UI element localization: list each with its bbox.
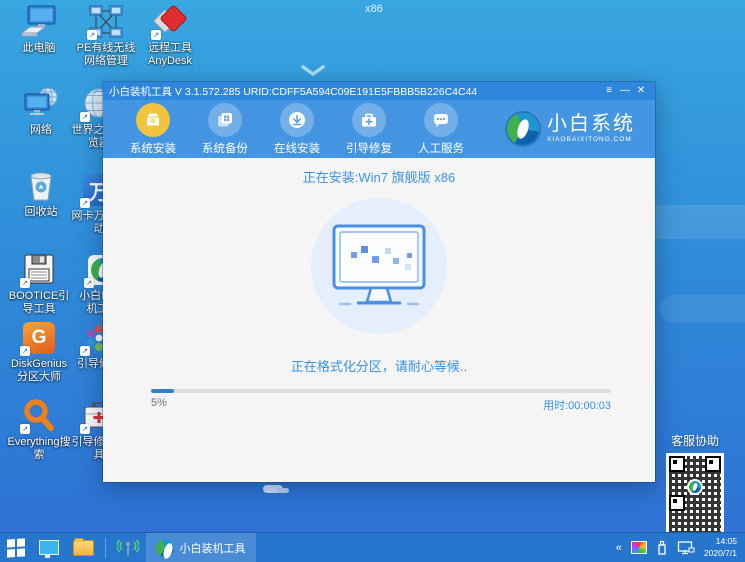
- progress-bar: [151, 389, 611, 393]
- backup-copies-icon: [208, 102, 242, 137]
- anydesk-icon: ↗: [151, 4, 189, 40]
- window-titlebar[interactable]: 小白装机工具 V 3.1.572.285 URID:CDFF5A594C09E1…: [103, 82, 655, 100]
- desktop-icon-network[interactable]: 网络: [12, 86, 70, 137]
- window-navbar: 系统安装 系统备份 在线安装 引导修复 人工服务 小白系统 XIAOBAIXIT…: [103, 100, 655, 158]
- cloud: [660, 295, 745, 323]
- install-heading: 正在安装:Win7 旗舰版 x86: [302, 170, 456, 185]
- recycle-bin-icon: [22, 168, 60, 204]
- shortcut-arrow-icon: ↗: [84, 278, 94, 288]
- cloud: [263, 485, 289, 493]
- nav-label: 在线安装: [274, 142, 320, 155]
- shortcut-arrow-icon: ↗: [151, 30, 161, 40]
- desktop-icon-label: Everything搜索: [7, 436, 71, 461]
- wallpaper-text: x86: [365, 3, 383, 15]
- progress-percent: 5%: [151, 397, 167, 409]
- nav-label: 引导修复: [346, 142, 392, 155]
- nav-item-system-install[interactable]: 系统安装: [117, 102, 189, 156]
- bootice-icon: ↗: [20, 252, 58, 288]
- brand-title: 小白系统: [547, 113, 635, 136]
- support-label: 客服协助: [670, 434, 719, 448]
- folder-icon: [72, 537, 94, 556]
- nav-item-human-service[interactable]: 人工服务: [405, 102, 477, 156]
- tray-network-icon[interactable]: [677, 540, 695, 555]
- desktop-monitor-icon: [38, 540, 59, 558]
- xiaobai-app-icon: [155, 538, 174, 557]
- shortcut-arrow-icon: ↗: [80, 346, 90, 356]
- nav-label: 系统备份: [202, 142, 248, 155]
- clock-time: 14:05: [715, 536, 737, 547]
- taskbar: 小白装机工具 « 14:05 2020/7/1: [0, 532, 745, 562]
- desktop-icon-diskgenius[interactable]: G ↗ DiskGenius分区大师: [6, 320, 72, 384]
- show-desktop-button[interactable]: [32, 533, 66, 562]
- desktop-icon-this-pc[interactable]: 此电脑: [10, 4, 68, 55]
- windows-logo-icon: [7, 538, 25, 557]
- shortcut-arrow-icon: ↗: [80, 198, 90, 208]
- window-title: 小白装机工具 V 3.1.572.285 URID:CDFF5A594C09E1…: [109, 85, 478, 98]
- taskbar-app-label: 小白装机工具: [179, 542, 246, 555]
- desktop-icon-everything-search[interactable]: ↗ Everything搜索: [4, 398, 74, 462]
- this-pc-icon: [20, 4, 58, 40]
- support-panel: 客服协助: [660, 432, 730, 535]
- shortcut-arrow-icon: ↗: [20, 278, 30, 288]
- pe-network-manager-icon: ↗: [87, 4, 125, 40]
- desktop-icon-label: 网络: [30, 124, 52, 136]
- taskbar-separator: [104, 537, 106, 558]
- toolbox-icon: [352, 102, 386, 137]
- network-icon: [22, 86, 60, 122]
- nav-item-boot-repair[interactable]: 引导修复: [333, 102, 405, 156]
- shortcut-arrow-icon: ↗: [20, 346, 30, 356]
- status-text: 正在格式化分区，请耐心等候..: [290, 359, 468, 374]
- xiaobai-logo-icon: [507, 113, 539, 145]
- elapsed-time: 用时:00:00:03: [543, 400, 611, 412]
- shortcut-arrow-icon: ↗: [20, 424, 30, 434]
- desktop-icon-label: 远程工具AnyDesk: [147, 42, 193, 67]
- network-signal-button[interactable]: [110, 533, 146, 562]
- download-icon: [280, 102, 314, 137]
- everything-search-icon: ↗: [20, 398, 58, 434]
- system-tray: « 14:05 2020/7/1: [616, 536, 745, 559]
- file-explorer-button[interactable]: [66, 533, 101, 562]
- brand-subtitle: XIAOBAIXITONG.COM: [547, 136, 632, 144]
- shortcut-arrow-icon: ↗: [87, 30, 97, 40]
- progress-fill: [151, 389, 174, 393]
- cloud: [640, 205, 745, 239]
- start-button[interactable]: [0, 533, 32, 562]
- diskgenius-icon: G ↗: [20, 320, 58, 356]
- brand-area: 小白系统 XIAOBAIXITONG.COM: [507, 113, 641, 145]
- desktop-icon-label: BOOTICE引导工具: [8, 290, 70, 315]
- support-qr-code: [666, 453, 724, 535]
- chat-bubble-icon: [424, 102, 458, 137]
- chevron-down-icon: [300, 63, 326, 79]
- taskbar-clock[interactable]: 14:05 2020/7/1: [704, 536, 737, 559]
- desktop: x86 此电脑 ↗ PE有线无线网络管理 ↗ 远程工具AnyDesk 网络 ↗ …: [0, 0, 745, 562]
- taskbar-app-xiaobai[interactable]: 小白装机工具: [145, 533, 256, 562]
- shortcut-arrow-icon: ↗: [80, 112, 90, 122]
- desktop-icon-label: 回收站: [24, 206, 58, 218]
- clock-date: 2020/7/1: [703, 547, 737, 558]
- nav-item-online-install[interactable]: 在线安装: [261, 102, 333, 156]
- close-icon[interactable]: ✕: [633, 82, 649, 100]
- desktop-icon-bootice[interactable]: ↗ BOOTICE引导工具: [6, 252, 72, 316]
- window-content: 正在安装:Win7 旗舰版 x86 正在格式化分区，请耐心等候.. 5% 用时:…: [103, 158, 655, 482]
- antenna-icon: [116, 538, 139, 556]
- install-box-icon: [136, 102, 170, 137]
- nav-label: 人工服务: [418, 142, 464, 155]
- desktop-icon-recycle-bin[interactable]: 回收站: [12, 168, 70, 219]
- desktop-icon-pe-network-manager[interactable]: ↗ PE有线无线网络管理: [74, 4, 138, 68]
- monitor-illustration: [311, 198, 447, 334]
- tray-expand-icon[interactable]: «: [616, 542, 622, 554]
- shortcut-arrow-icon: ↗: [80, 424, 90, 434]
- xiaobai-installer-window: 小白装机工具 V 3.1.572.285 URID:CDFF5A594C09E1…: [103, 82, 655, 482]
- nav-label: 系统安装: [130, 142, 176, 155]
- desktop-icon-label: PE有线无线网络管理: [76, 42, 136, 67]
- nav-item-system-backup[interactable]: 系统备份: [189, 102, 261, 156]
- qr-center-logo: [687, 479, 703, 495]
- tray-display-icon[interactable]: [630, 541, 647, 554]
- desktop-icon-anydesk[interactable]: ↗ 远程工具AnyDesk: [140, 4, 200, 68]
- desktop-icon-label: 此电脑: [22, 42, 56, 54]
- tray-usb-icon[interactable]: [656, 540, 668, 556]
- menu-icon[interactable]: ≡: [601, 82, 617, 100]
- desktop-icon-label: DiskGenius分区大师: [10, 358, 68, 383]
- minimize-icon[interactable]: —: [617, 82, 633, 100]
